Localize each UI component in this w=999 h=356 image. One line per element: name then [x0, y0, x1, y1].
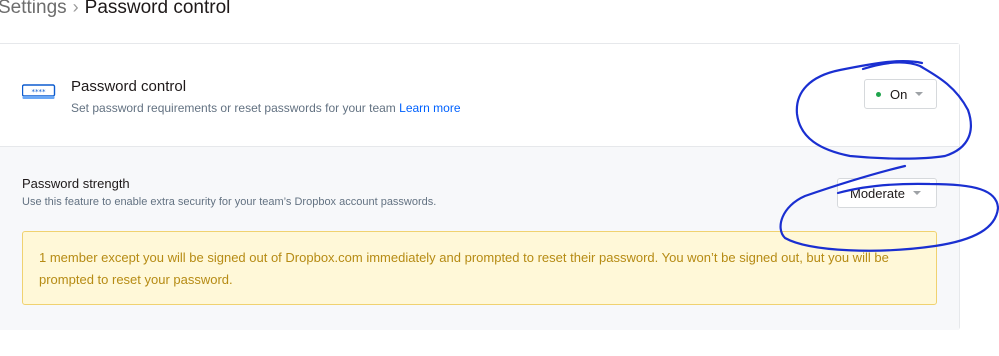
breadcrumb-separator: › — [72, 0, 79, 17]
breadcrumb-settings-link[interactable]: Settings — [0, 0, 67, 18]
svg-text:****: **** — [32, 88, 47, 96]
chevron-down-icon — [915, 92, 924, 96]
password-strength-title: Password strength — [22, 176, 130, 191]
status-on-dot-icon — [876, 91, 881, 97]
password-control-status-value: On — [890, 86, 908, 102]
password-control-row: **** Password control Set password requi… — [0, 44, 959, 147]
password-control-toggle-dropdown[interactable]: On — [864, 79, 937, 109]
breadcrumb: Settings › Password control — [0, 0, 230, 21]
password-control-title: Password control — [71, 78, 187, 95]
page-title: Password control — [84, 0, 231, 18]
chevron-down-icon — [912, 191, 921, 195]
reset-warning-banner: 1 member except you will be signed out o… — [22, 231, 937, 305]
reset-warning-text: 1 member except you will be signed out o… — [39, 250, 889, 287]
password-control-description-text: Set password requirements or reset passw… — [71, 101, 396, 115]
password-strength-selected-value: Moderate — [850, 185, 905, 201]
password-dots-icon: **** — [22, 84, 56, 99]
password-strength-dropdown[interactable]: Moderate — [837, 178, 937, 208]
learn-more-link[interactable]: Learn more — [399, 101, 460, 115]
password-control-description: Set password requirements or reset passw… — [71, 100, 461, 116]
password-strength-description: Use this feature to enable extra securit… — [22, 196, 437, 208]
